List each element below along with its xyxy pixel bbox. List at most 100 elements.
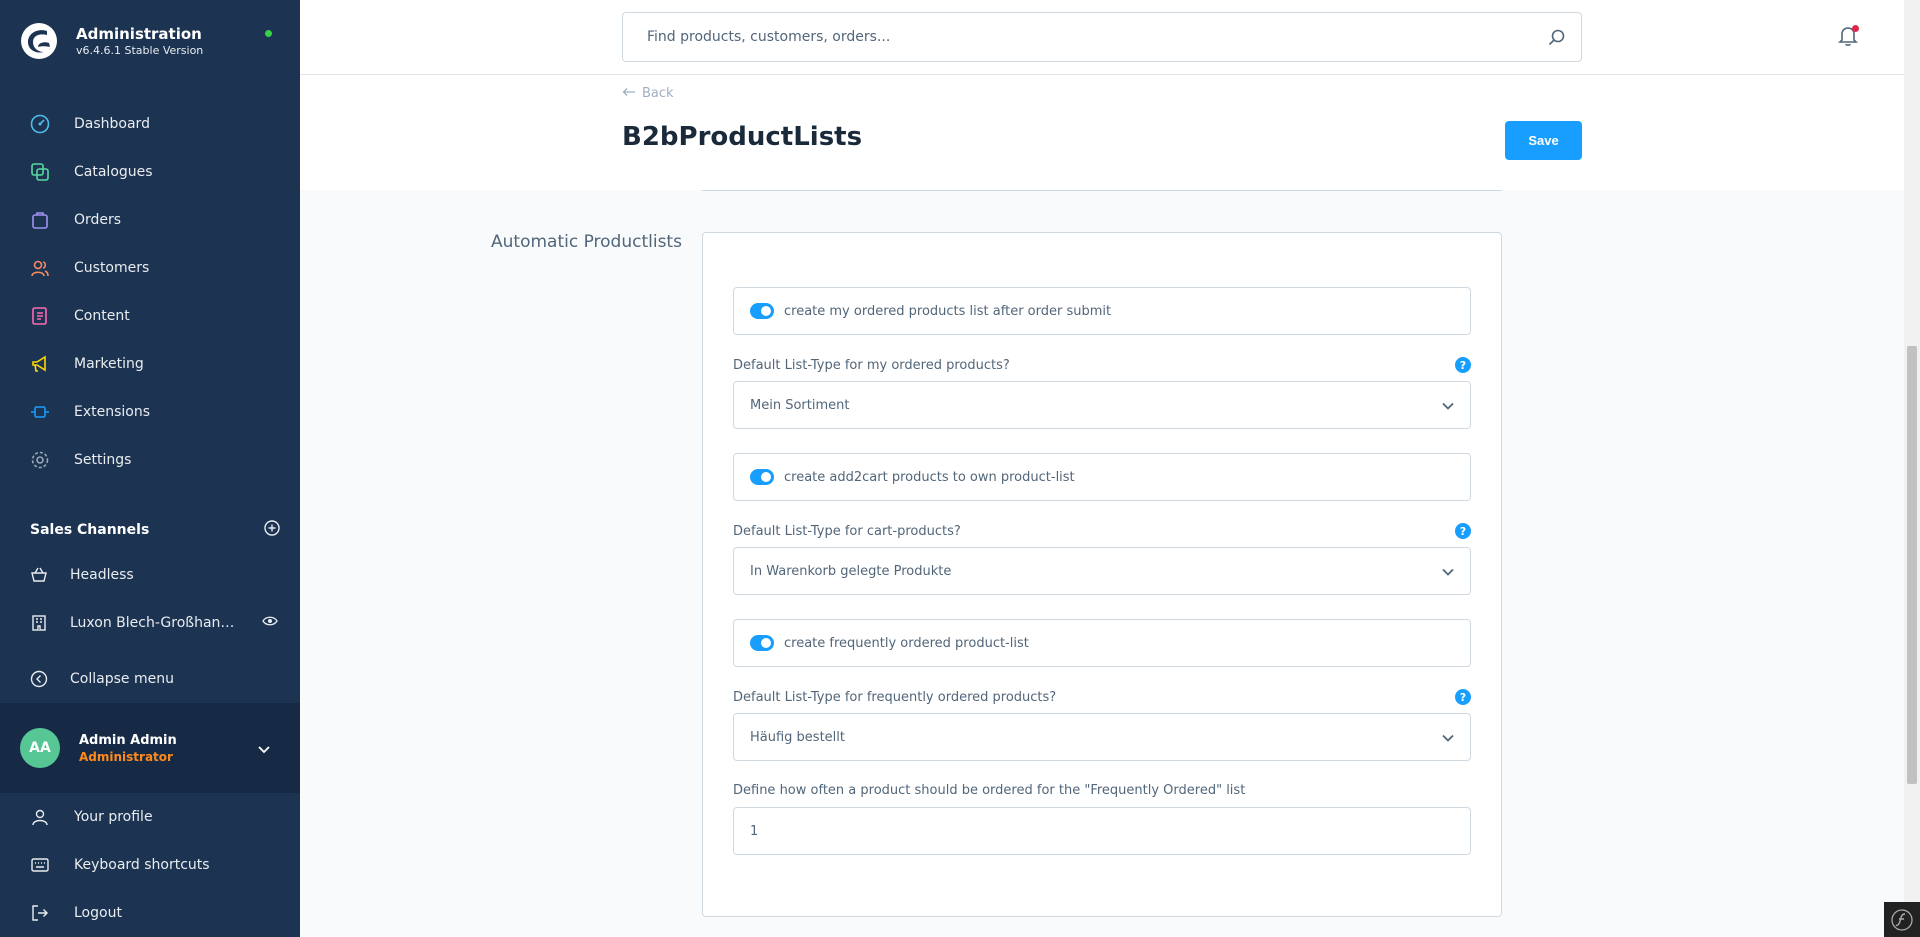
help-icon[interactable]: ? bbox=[1455, 689, 1471, 705]
select-value: Mein Sortiment bbox=[750, 397, 850, 413]
user-role: Administrator bbox=[79, 749, 173, 764]
nav-item-label: Content bbox=[74, 308, 130, 324]
arrow-left-icon bbox=[622, 86, 636, 101]
chevron-left-circle-icon bbox=[28, 668, 50, 690]
user-panel[interactable]: AA Admin Admin Administrator bbox=[0, 703, 300, 793]
logout-link[interactable]: Logout bbox=[0, 889, 300, 937]
nav-item-label: Customers bbox=[74, 260, 150, 276]
nav-item-label: Extensions bbox=[74, 404, 151, 420]
nav-item-orders[interactable]: Orders bbox=[0, 196, 300, 244]
save-button[interactable]: Save bbox=[1505, 121, 1582, 160]
toggle-label: create frequently ordered product-list bbox=[784, 635, 1029, 651]
status-indicator bbox=[265, 30, 272, 37]
nav-item-customers[interactable]: Customers bbox=[0, 244, 300, 292]
toggle-switch[interactable] bbox=[750, 635, 774, 651]
chevron-down-icon bbox=[1442, 399, 1454, 414]
field-label-ordered-products: Default List-Type for my ordered product… bbox=[733, 357, 1471, 373]
add-sales-channel-icon[interactable] bbox=[264, 520, 280, 540]
toggle-label: create my ordered products list after or… bbox=[784, 303, 1112, 319]
nav-item-label: Catalogues bbox=[74, 164, 153, 180]
keyboard-shortcuts-label: Keyboard shortcuts bbox=[74, 857, 210, 873]
shopware-logo-icon bbox=[21, 23, 57, 59]
customers-icon bbox=[28, 256, 52, 280]
search-placeholder: Find products, customers, orders... bbox=[647, 29, 891, 45]
nav-item-label: Settings bbox=[74, 452, 132, 468]
nav-item-extensions[interactable]: Extensions bbox=[0, 388, 300, 436]
storefront-icon bbox=[28, 612, 50, 634]
nav-item-label: Dashboard bbox=[74, 116, 150, 132]
back-link[interactable]: Back bbox=[622, 86, 674, 101]
input-value: 1 bbox=[750, 823, 759, 839]
field-label-text: Define how often a product should be ord… bbox=[733, 783, 1246, 798]
sales-channel-headless[interactable]: Headless bbox=[28, 564, 278, 586]
logout-icon bbox=[28, 901, 52, 925]
sales-channel-label: Headless bbox=[70, 567, 134, 583]
search-input[interactable]: Find products, customers, orders... bbox=[622, 12, 1582, 62]
eye-icon[interactable] bbox=[262, 615, 278, 631]
select-frequently-ordered-list-type[interactable]: Häufig bestellt bbox=[733, 713, 1471, 761]
nav-item-marketing[interactable]: Marketing bbox=[0, 340, 300, 388]
previous-card-border bbox=[702, 190, 1502, 191]
nav-item-settings[interactable]: Settings bbox=[0, 436, 300, 484]
collapse-menu-button[interactable]: Collapse menu bbox=[28, 668, 278, 690]
catalogues-icon bbox=[28, 160, 52, 184]
select-cart-products-list-type[interactable]: In Warenkorb gelegte Produkte bbox=[733, 547, 1471, 595]
sidebar: Administration v6.4.6.1 Stable Version D… bbox=[0, 0, 300, 937]
select-value: In Warenkorb gelegte Produkte bbox=[750, 563, 952, 579]
toggle-frequently-ordered-list[interactable]: create frequently ordered product-list bbox=[733, 619, 1471, 667]
sales-channels-header: Sales Channels bbox=[30, 520, 280, 540]
section-title: Automatic Productlists bbox=[491, 232, 682, 252]
sales-channel-label: Luxon Blech-Großhandel ... bbox=[70, 615, 240, 631]
user-menu: Your profile Keyboard shortcuts Logout bbox=[0, 793, 300, 937]
extensions-icon bbox=[28, 400, 52, 424]
select-value: Häufig bestellt bbox=[750, 729, 845, 745]
collapse-menu-label: Collapse menu bbox=[70, 671, 174, 687]
toggle-switch[interactable] bbox=[750, 303, 774, 319]
app-version: v6.4.6.1 Stable Version bbox=[76, 44, 204, 57]
keyboard-icon bbox=[28, 853, 52, 877]
select-ordered-products-list-type[interactable]: Mein Sortiment bbox=[733, 381, 1471, 429]
help-icon[interactable]: ? bbox=[1455, 523, 1471, 539]
page-title: B2bProductLists bbox=[622, 122, 863, 152]
sales-channel-luxon[interactable]: Luxon Blech-Großhandel ... bbox=[28, 612, 278, 634]
toggle-label: create add2cart products to own product-… bbox=[784, 469, 1075, 485]
automatic-productlists-card: create my ordered products list after or… bbox=[702, 232, 1502, 917]
help-icon[interactable]: ? bbox=[1455, 357, 1471, 373]
toggle-ordered-products-list[interactable]: create my ordered products list after or… bbox=[733, 287, 1471, 335]
nav-item-catalogues[interactable]: Catalogues bbox=[0, 148, 300, 196]
settings-icon bbox=[28, 448, 52, 472]
your-profile-label: Your profile bbox=[74, 809, 153, 825]
sales-channels-title: Sales Channels bbox=[30, 522, 150, 538]
chevron-down-icon[interactable] bbox=[258, 739, 270, 758]
field-label-order-threshold: Define how often a product should be ord… bbox=[733, 783, 1471, 798]
order-threshold-input[interactable]: 1 bbox=[733, 807, 1471, 855]
field-label-text: Default List-Type for cart-products? bbox=[733, 523, 961, 539]
chevron-down-icon bbox=[1442, 565, 1454, 580]
field-label-cart-products: Default List-Type for cart-products? ? bbox=[733, 523, 1471, 539]
dashboard-icon bbox=[28, 112, 52, 136]
toggle-add2cart-list[interactable]: create add2cart products to own product-… bbox=[733, 453, 1471, 501]
header-divider bbox=[300, 74, 1904, 75]
nav-item-dashboard[interactable]: Dashboard bbox=[0, 100, 300, 148]
back-label: Back bbox=[642, 86, 674, 101]
brand: Administration v6.4.6.1 Stable Version bbox=[20, 22, 203, 60]
symfony-toolbar-icon[interactable] bbox=[1884, 902, 1920, 937]
keyboard-shortcuts-link[interactable]: Keyboard shortcuts bbox=[0, 841, 300, 889]
user-name: Admin Admin bbox=[79, 732, 177, 748]
app-title: Administration bbox=[76, 25, 202, 43]
notification-badge bbox=[1852, 25, 1859, 32]
search-icon[interactable] bbox=[1548, 29, 1565, 50]
field-label-text: Default List-Type for frequently ordered… bbox=[733, 689, 1057, 705]
user-icon bbox=[28, 805, 52, 829]
scrollbar-thumb[interactable] bbox=[1907, 346, 1917, 784]
logout-label: Logout bbox=[74, 905, 122, 921]
field-label-frequently-ordered: Default List-Type for frequently ordered… bbox=[733, 689, 1471, 705]
avatar: AA bbox=[20, 728, 60, 768]
your-profile-link[interactable]: Your profile bbox=[0, 793, 300, 841]
main-nav: Dashboard Catalogues Orders Customers Co… bbox=[0, 100, 300, 484]
content-icon bbox=[28, 304, 52, 328]
toggle-switch[interactable] bbox=[750, 469, 774, 485]
marketing-icon bbox=[28, 352, 52, 376]
nav-item-content[interactable]: Content bbox=[0, 292, 300, 340]
nav-item-label: Marketing bbox=[74, 356, 144, 372]
